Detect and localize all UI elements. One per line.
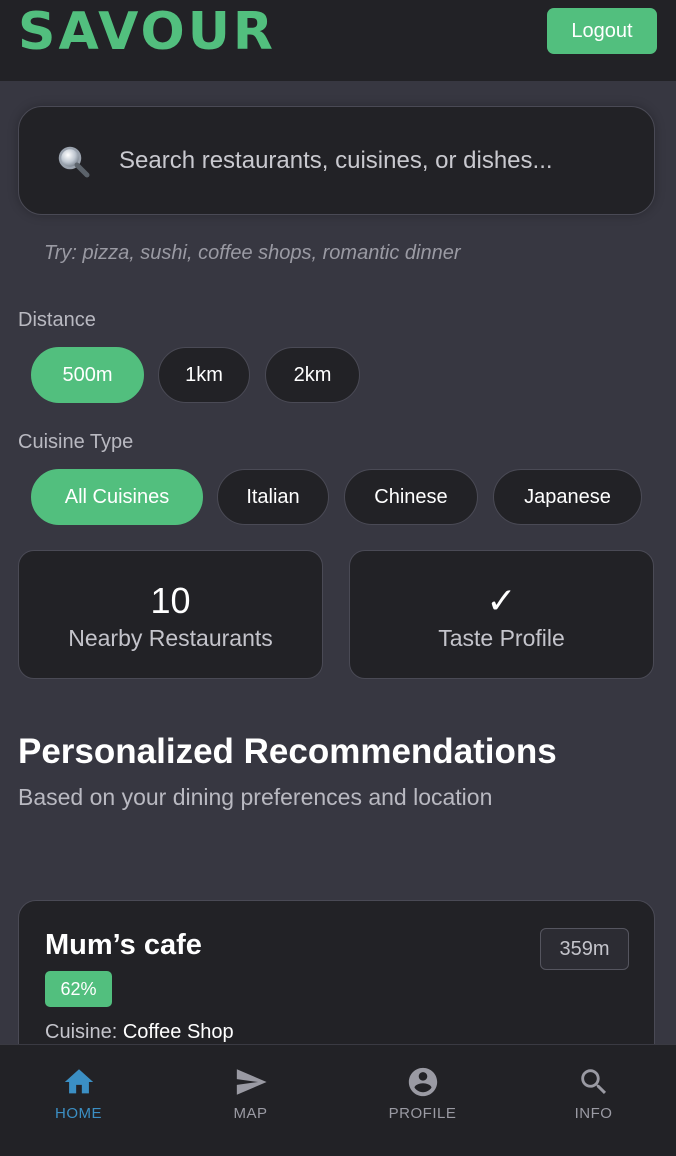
recommendations-title: Personalized Recommendations <box>18 732 557 771</box>
distance-chip-1km[interactable]: 1km <box>158 347 250 403</box>
home-icon <box>64 1069 93 1094</box>
distance-chip-500m[interactable]: 500m <box>31 347 144 403</box>
nav-label-home: HOME <box>55 1105 102 1122</box>
cuisine-chip-italian[interactable]: Italian <box>217 469 329 525</box>
app-header: SAVOUR Logout <box>0 0 676 81</box>
app-logo: SAVOUR <box>18 2 276 62</box>
nav-item-home[interactable]: HOME <box>0 1045 163 1156</box>
logout-button[interactable]: Logout <box>547 8 657 54</box>
nav-label-info: INFO <box>574 1105 613 1122</box>
cuisine-key: Cuisine: <box>45 1021 118 1043</box>
nearby-restaurants-card[interactable]: 10 Nearby Restaurants <box>18 550 323 679</box>
distance-chip-2km[interactable]: 2km <box>265 347 360 403</box>
search-bar[interactable] <box>18 106 655 215</box>
taste-profile-label: Taste Profile <box>438 625 565 651</box>
bottom-navigation: HOME MAP PROFILE INFO <box>0 1044 676 1156</box>
search-input[interactable] <box>119 137 629 185</box>
nav-label-map: MAP <box>233 1105 268 1122</box>
nav-item-info[interactable]: INFO <box>509 1045 676 1156</box>
taste-profile-card[interactable]: ✓ Taste Profile <box>349 550 654 679</box>
nearby-restaurants-count: 10 <box>150 580 191 621</box>
recommendations-subtitle: Based on your dining preferences and loc… <box>18 784 493 810</box>
checkmark-icon: ✓ <box>486 580 517 621</box>
cuisine-chip-all[interactable]: All Cuisines <box>31 469 203 525</box>
account-circle-icon <box>408 1067 437 1097</box>
search-icon <box>580 1069 606 1095</box>
cuisine-type-label: Cuisine Type <box>18 431 134 453</box>
nearby-restaurants-label: Nearby Restaurants <box>68 625 273 651</box>
restaurant-name: Mum’s cafe <box>45 929 202 961</box>
nav-item-map[interactable]: MAP <box>166 1045 335 1156</box>
magnifying-glass-icon <box>58 146 90 178</box>
cuisine-chip-chinese[interactable]: Chinese <box>344 469 478 525</box>
nav-item-profile[interactable]: PROFILE <box>338 1045 507 1156</box>
search-hint: Try: pizza, sushi, coffee shops, romanti… <box>44 242 461 264</box>
restaurant-cuisine: Cuisine: Coffee Shop <box>45 1021 234 1044</box>
restaurant-distance-badge: 359m <box>540 928 629 970</box>
send-icon <box>236 1069 267 1095</box>
cuisine-chip-japanese[interactable]: Japanese <box>493 469 642 525</box>
distance-label: Distance <box>18 309 96 331</box>
match-score-badge: 62% <box>45 971 112 1007</box>
cuisine-value: Coffee Shop <box>122 1021 234 1043</box>
nav-label-profile: PROFILE <box>388 1105 457 1122</box>
